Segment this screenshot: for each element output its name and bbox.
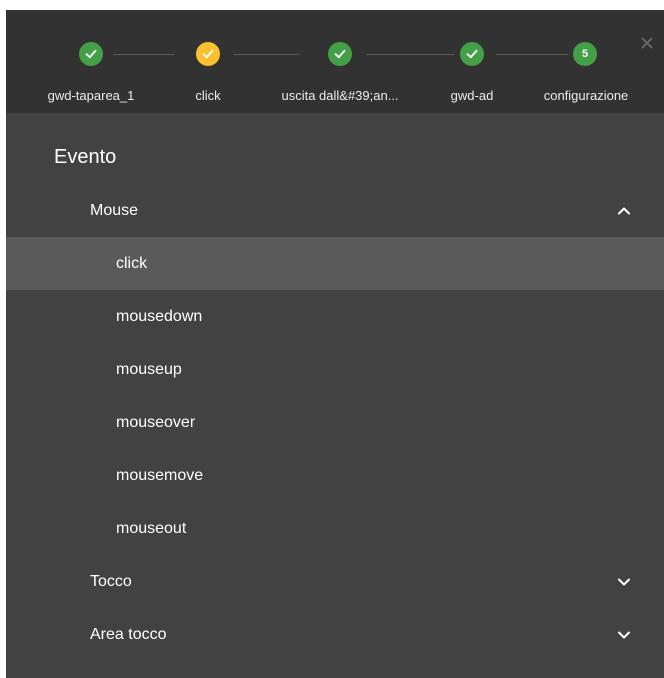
group-tocco-label: Tocco [90, 572, 132, 590]
event-item-mousedown[interactable]: mousedown [6, 290, 664, 343]
step-connector [366, 54, 454, 55]
event-item-label: mouseout [116, 519, 187, 537]
step-connector [496, 54, 568, 55]
step-3-label[interactable]: uscita dall&#39;an... [281, 88, 398, 103]
chevron-up-icon [618, 207, 630, 214]
step-1-check-icon[interactable] [79, 42, 103, 66]
event-item-label: mouseup [116, 360, 182, 378]
step-4-check-icon[interactable] [460, 42, 484, 66]
step-connector [234, 54, 299, 55]
section-title: Evento [54, 146, 117, 168]
step-2-check-icon[interactable] [196, 42, 220, 66]
stepper: 5 gwd-taparea_1 click uscita dall&#39;an… [6, 10, 664, 113]
step-connector [113, 54, 174, 55]
close-icon [641, 37, 653, 49]
chevron-down-icon [618, 631, 630, 638]
event-item-mouseover[interactable]: mouseover [6, 396, 664, 449]
step-2-label[interactable]: click [195, 88, 220, 103]
event-item-click[interactable]: click [6, 237, 664, 290]
group-area-tocco[interactable]: Area tocco [6, 608, 664, 661]
group-tocco[interactable]: Tocco [6, 555, 664, 608]
step-5-label[interactable]: configurazione [544, 88, 629, 103]
step-5-number[interactable]: 5 [573, 42, 597, 66]
group-area-tocco-label: Area tocco [90, 625, 167, 643]
chevron-down-icon [618, 578, 630, 585]
event-dialog: 5 gwd-taparea_1 click uscita dall&#39;an… [6, 10, 664, 678]
close-button[interactable] [636, 32, 658, 54]
event-item-label: mouseover [116, 413, 196, 431]
event-item-label: mousemove [116, 466, 204, 484]
group-mouse[interactable]: Mouse [6, 184, 664, 237]
step-1-label[interactable]: gwd-taparea_1 [48, 88, 135, 103]
step-4-label[interactable]: gwd-ad [451, 88, 494, 103]
event-item-label: click [116, 254, 148, 272]
event-item-mousemove[interactable]: mousemove [6, 449, 664, 502]
event-item-mouseout[interactable]: mouseout [6, 502, 664, 555]
step-3-check-icon[interactable] [328, 42, 352, 66]
group-mouse-label: Mouse [90, 201, 139, 219]
event-item-label: mousedown [116, 307, 203, 325]
event-item-mouseup[interactable]: mouseup [6, 343, 664, 396]
